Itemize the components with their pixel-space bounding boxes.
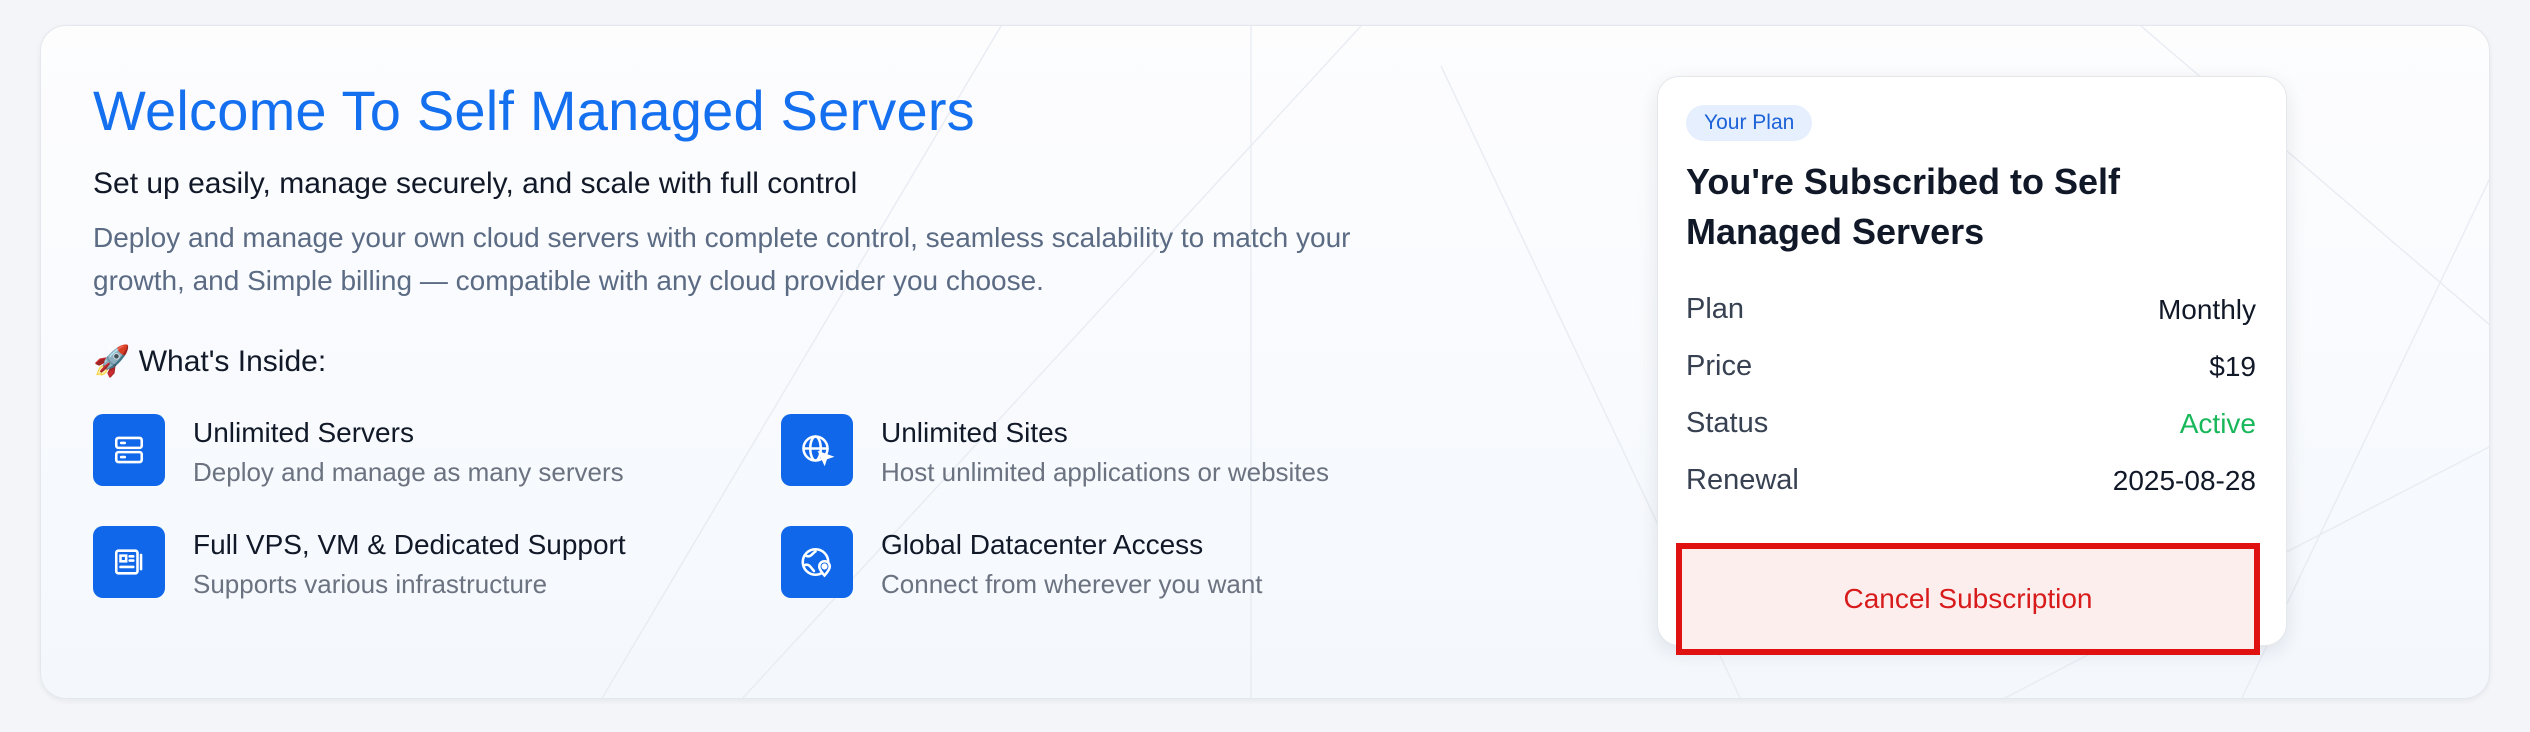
page-title: Welcome To Self Managed Servers bbox=[93, 79, 975, 142]
your-plan-badge: Your Plan bbox=[1686, 105, 1813, 141]
row-label: Renewal bbox=[1686, 464, 1799, 496]
globe-cursor-icon bbox=[781, 414, 853, 486]
feature-title: Unlimited Servers bbox=[193, 417, 414, 448]
feature-desc: Host unlimited applications or websites bbox=[881, 457, 1329, 487]
price-row: Price $19 bbox=[1686, 338, 2256, 395]
plan-card: Your Plan You're Subscribed to Self Mana… bbox=[1657, 76, 2287, 655]
welcome-panel: Welcome To Self Managed Servers Set up e… bbox=[40, 25, 2490, 699]
feature-desc: Supports various infrastructure bbox=[193, 569, 548, 599]
status-badge: Active bbox=[2179, 407, 2256, 439]
feature-unlimited-servers: Unlimited Servers Deploy and manage as m… bbox=[93, 414, 781, 490]
tagline: Set up easily, manage securely, and scal… bbox=[93, 167, 858, 200]
feature-title: Global Datacenter Access bbox=[881, 529, 1204, 560]
feature-unlimited-sites: Unlimited Sites Host unlimited applicati… bbox=[781, 414, 1469, 490]
feature-desc: Deploy and manage as many servers bbox=[193, 457, 624, 487]
plan-card-title: You're Subscribed to Self Managed Server… bbox=[1686, 161, 2120, 252]
infrastructure-icon bbox=[93, 526, 165, 598]
globe-pin-icon bbox=[781, 526, 853, 598]
plan-row: Plan Monthly bbox=[1686, 281, 2256, 338]
row-label: Price bbox=[1686, 350, 1753, 382]
cancel-highlight: Cancel Subscription bbox=[1676, 543, 2260, 655]
row-value: $19 bbox=[2209, 350, 2256, 382]
whats-inside-heading: 🚀 What's Inside: bbox=[93, 345, 327, 378]
description: Deploy and manage your own cloud servers… bbox=[93, 222, 1351, 296]
server-icon bbox=[93, 414, 165, 486]
features-grid: Unlimited Servers Deploy and manage as m… bbox=[93, 414, 1493, 602]
renewal-row: Renewal 2025-08-28 bbox=[1686, 452, 2256, 509]
status-row: Status Active bbox=[1686, 395, 2256, 452]
row-value: 2025-08-28 bbox=[2112, 464, 2256, 496]
row-label: Plan bbox=[1686, 293, 1745, 325]
feature-vps-vm-support: Full VPS, VM & Dedicated Support Support… bbox=[93, 526, 781, 602]
hero-section: Welcome To Self Managed Servers Set up e… bbox=[93, 76, 1493, 602]
row-label: Status bbox=[1686, 407, 1769, 439]
feature-global-datacenter: Global Datacenter Access Connect from wh… bbox=[781, 526, 1469, 602]
plan-details: Plan Monthly Price $19 Status Active Ren… bbox=[1686, 281, 2256, 509]
feature-desc: Connect from wherever you want bbox=[881, 569, 1263, 599]
row-value: Monthly bbox=[2157, 293, 2256, 325]
feature-title: Full VPS, VM & Dedicated Support bbox=[193, 529, 626, 560]
feature-title: Unlimited Sites bbox=[881, 417, 1068, 448]
cancel-subscription-button[interactable]: Cancel Subscription bbox=[1682, 549, 2254, 649]
